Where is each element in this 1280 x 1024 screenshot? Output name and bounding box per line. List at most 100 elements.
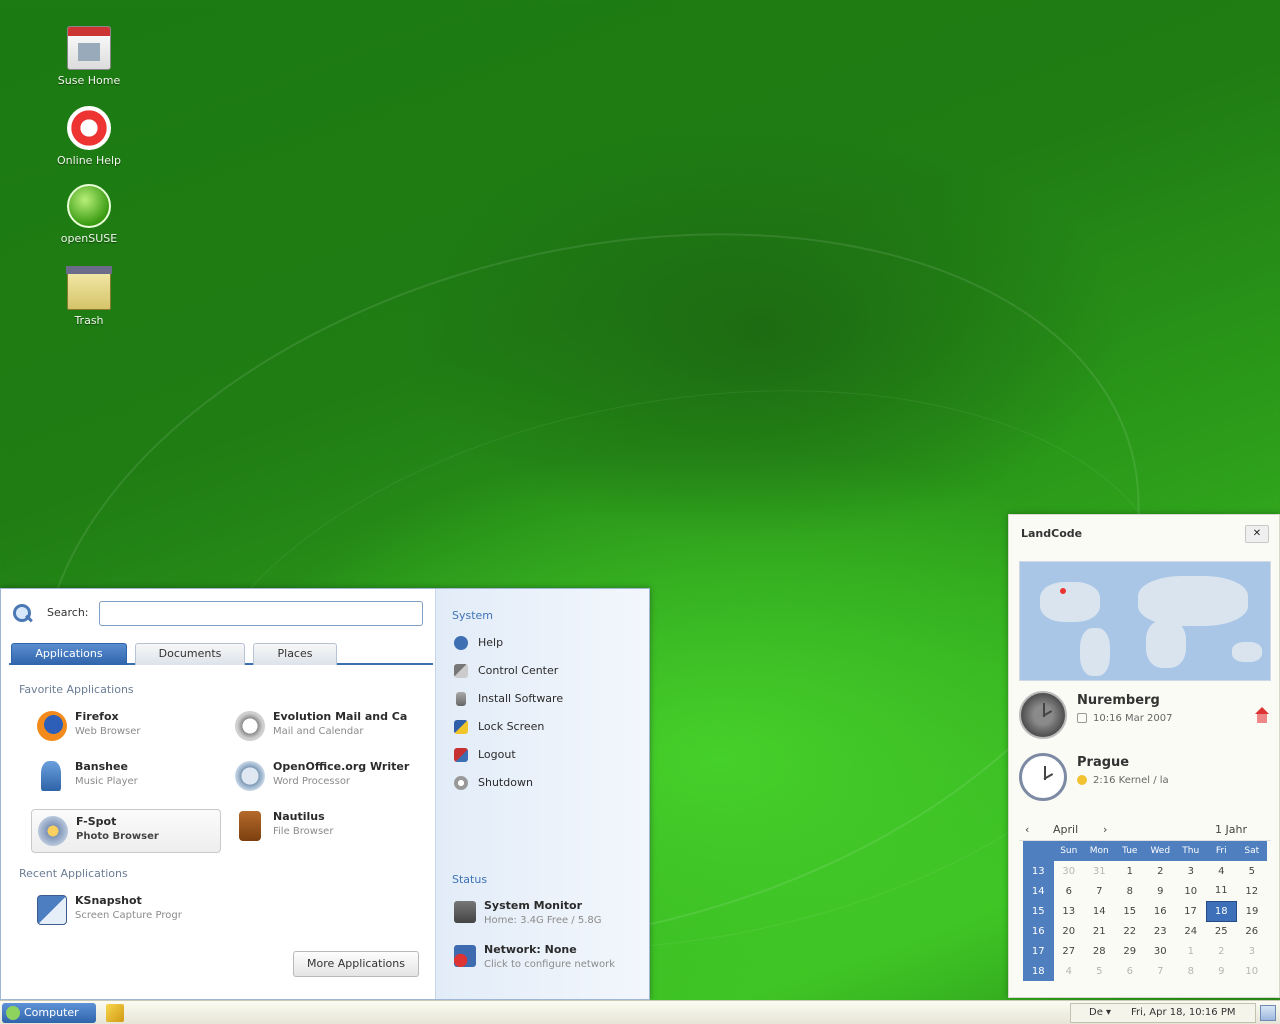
start-menu-button[interactable]: Computer	[2, 1003, 96, 1023]
calendar-day[interactable]: 9	[1206, 961, 1237, 981]
desktop-icon-label: Trash	[74, 314, 104, 327]
desktop-icon-online-help[interactable]: Online Help	[48, 106, 130, 167]
system-item-install-software[interactable]: Install Software	[454, 689, 644, 709]
calendar-day[interactable]: 5	[1237, 861, 1268, 881]
calendar-day[interactable]: 30	[1054, 861, 1085, 881]
clock-nuremberg[interactable]: Nuremberg 10:16 Mar 2007	[1019, 687, 1271, 743]
calendar-day[interactable]: 13	[1054, 901, 1085, 921]
calendar-day[interactable]: 23	[1145, 921, 1176, 941]
app-nautilus[interactable]: Nautilus File Browser	[229, 805, 429, 849]
tab-documents[interactable]: Documents	[135, 643, 245, 665]
calendar-day[interactable]: 21	[1084, 921, 1115, 941]
calendar-day[interactable]: 14	[1084, 901, 1115, 921]
clock-city: Nuremberg	[1077, 693, 1160, 708]
system-item-logout[interactable]: Logout	[454, 745, 644, 765]
world-map[interactable]	[1019, 561, 1271, 681]
calendar-day[interactable]: 6	[1115, 961, 1146, 981]
app-evolution[interactable]: Evolution Mail and Ca Mail and Calendar	[229, 705, 429, 749]
calendar-day[interactable]: 20	[1054, 921, 1085, 941]
system-item-lock-screen[interactable]: Lock Screen	[454, 717, 644, 737]
calendar-day[interactable]: 3	[1176, 861, 1207, 881]
calendar-day[interactable]: 4	[1206, 861, 1237, 881]
calendar-month[interactable]: April	[1053, 823, 1078, 836]
system-item-label: Install Software	[478, 692, 564, 705]
calendar-day[interactable]: 8	[1176, 961, 1207, 981]
calendar-day[interactable]: 9	[1145, 881, 1176, 901]
app-ksnapshot[interactable]: KSnapshot Screen Capture Progr	[31, 889, 251, 933]
calendar-day[interactable]: 29	[1115, 941, 1146, 961]
calendar-day[interactable]: 1	[1176, 941, 1207, 961]
calendar-day[interactable]: 8	[1115, 881, 1146, 901]
app-name: Banshee	[75, 760, 128, 773]
system-item-help[interactable]: Help	[454, 633, 644, 653]
app-f-spot[interactable]: F-Spot Photo Browser	[31, 809, 221, 853]
calendar-day[interactable]: 7	[1145, 961, 1176, 981]
calendar-day[interactable]: 5	[1084, 961, 1115, 981]
calendar-day[interactable]: 10	[1176, 881, 1207, 901]
clock-display[interactable]: Fri, Apr 18, 10:16 PM	[1131, 1007, 1236, 1018]
calendar-day[interactable]: 7	[1084, 881, 1115, 901]
calendar-day[interactable]: 10	[1237, 961, 1268, 981]
next-month-button[interactable]: ›	[1103, 823, 1107, 836]
calendar-day[interactable]: 25	[1206, 921, 1237, 941]
status-item-desc: Home: 3.4G Free / 5.8G	[484, 915, 602, 926]
calendar-day[interactable]: 28	[1084, 941, 1115, 961]
calendar-day[interactable]: 24	[1176, 921, 1207, 941]
clock-prague[interactable]: Prague 2:16 Kernel / la	[1019, 749, 1271, 805]
calendar-day[interactable]: 30	[1145, 941, 1176, 961]
weekday-header: Mon	[1084, 841, 1115, 861]
more-applications-button[interactable]: More Applications	[293, 951, 419, 977]
widget-title: LandCode	[1021, 527, 1083, 540]
calendar-day[interactable]: 16	[1145, 901, 1176, 921]
app-name: Nautilus	[273, 810, 325, 823]
favorites-title: Favorite Applications	[19, 683, 134, 696]
calendar-year[interactable]: 1 Jahr	[1215, 823, 1247, 836]
app-openoffice-writer[interactable]: OpenOffice.org Writer Word Processor	[229, 755, 429, 799]
app-name: Evolution Mail and Ca	[273, 710, 408, 723]
app-desc: Word Processor	[273, 776, 351, 787]
system-title: System	[452, 609, 494, 622]
system-item-control-center[interactable]: Control Center	[454, 661, 644, 681]
system-item-shutdown[interactable]: Shutdown	[454, 773, 644, 793]
tab-applications[interactable]: Applications	[11, 643, 127, 665]
calendar-day[interactable]: 6	[1054, 881, 1085, 901]
calendar-day[interactable]: 3	[1237, 941, 1268, 961]
calendar-day[interactable]: 1	[1115, 861, 1146, 881]
calendar-day[interactable]: 17	[1176, 901, 1207, 921]
desktop-icon-trash[interactable]: Trash	[48, 266, 130, 327]
quick-launch-icon[interactable]	[106, 1004, 124, 1022]
widget-close-button[interactable]: ✕	[1245, 525, 1269, 543]
week-number: 15	[1023, 901, 1054, 921]
weekday-header: Thu	[1175, 841, 1206, 861]
show-desktop-icon[interactable]	[1260, 1005, 1276, 1021]
status-item-system-monitor[interactable]: System Monitor Home: 3.4G Free / 5.8G	[454, 897, 644, 937]
prev-month-button[interactable]: ‹	[1025, 823, 1029, 836]
desktop-icon-opensuse[interactable]: openSUSE	[48, 184, 130, 245]
app-banshee[interactable]: Banshee Music Player	[31, 755, 221, 799]
calendar-day[interactable]: 18	[1205, 900, 1237, 922]
calendar-day[interactable]: 15	[1115, 901, 1146, 921]
calendar-day[interactable]: 2	[1145, 861, 1176, 881]
calendar-day[interactable]: 2	[1206, 941, 1237, 961]
status-item-network[interactable]: Network: None Click to configure network	[454, 941, 644, 981]
desktop-icon-home[interactable]: Suse Home	[48, 26, 130, 87]
calendar-day[interactable]: 4	[1054, 961, 1085, 981]
weekday-header: Sun	[1053, 841, 1084, 861]
keyboard-layout-indicator[interactable]: De ▾	[1089, 1007, 1111, 1018]
calendar-day[interactable]: 31	[1084, 861, 1115, 881]
clock-face-icon	[1019, 691, 1067, 739]
calendar-day[interactable]: 19	[1237, 901, 1268, 921]
tab-places[interactable]: Places	[253, 643, 337, 665]
calendar-day[interactable]: 12	[1237, 881, 1268, 901]
calendar-week-row: 15 13 14 15 16 17 18 19	[1023, 900, 1268, 922]
calendar-day[interactable]: 11	[1206, 881, 1237, 901]
system-tray: De ▾ Fri, Apr 18, 10:16 PM	[1070, 1003, 1256, 1023]
calendar-day[interactable]: 27	[1054, 941, 1085, 961]
calendar-day[interactable]: 26	[1237, 921, 1268, 941]
search-input[interactable]	[99, 601, 423, 626]
calendar-day[interactable]: 22	[1115, 921, 1146, 941]
ksnapshot-icon	[37, 895, 67, 925]
app-desc: Mail and Calendar	[273, 726, 364, 737]
start-menu-button-label: Computer	[24, 1006, 79, 1019]
app-firefox[interactable]: Firefox Web Browser	[31, 705, 221, 749]
